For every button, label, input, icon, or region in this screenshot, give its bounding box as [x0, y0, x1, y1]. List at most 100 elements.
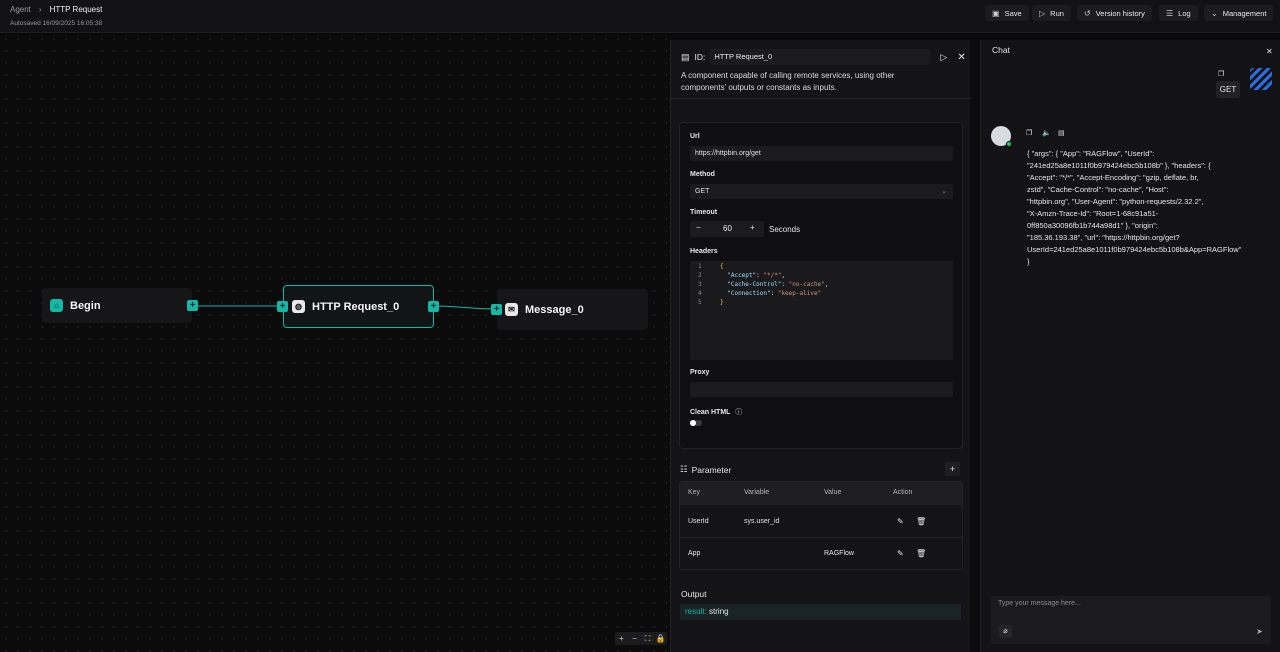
log-icon: ☰: [1166, 8, 1174, 18]
breadcrumb-agent[interactable]: Agent: [10, 5, 31, 14]
log-button[interactable]: ☰ Log: [1159, 5, 1198, 21]
method-value: GET: [695, 188, 710, 195]
management-label: Management: [1222, 8, 1267, 18]
globe-icon: ◍: [292, 300, 305, 313]
timeout-stepper[interactable]: − 60 +: [690, 221, 764, 237]
output-field: result: string: [680, 604, 961, 620]
clean-html-label: Clean HTML ⓘ: [690, 407, 742, 417]
row-key: App: [688, 550, 701, 557]
parameter-header: ☷ Parameter: [680, 464, 731, 475]
timeout-unit: Seconds: [769, 225, 801, 234]
document-icon[interactable]: ▤: [1058, 129, 1065, 137]
headers-editor[interactable]: 1{ 2 "Accept": "*/*", 3 "Cache-Control":…: [690, 261, 953, 360]
node-icon: ▤: [681, 51, 690, 62]
plus-icon[interactable]: +: [750, 223, 755, 232]
output-key: result:: [685, 607, 707, 616]
trash-icon[interactable]: 🗑: [916, 517, 926, 526]
user-message: GET: [1216, 81, 1240, 98]
col-value: Value: [824, 489, 842, 496]
save-button[interactable]: ▣ Save: [985, 5, 1029, 21]
begin-output-handle[interactable]: +: [187, 300, 198, 311]
fit-view-icon[interactable]: ⛶: [641, 632, 654, 645]
row-value: RAGFlow: [824, 550, 854, 557]
version-history-button[interactable]: ↺ Version history: [1077, 5, 1152, 21]
node-http-request[interactable]: ◍ HTTP Request_0: [283, 285, 434, 328]
close-chat-icon[interactable]: ✕: [1266, 47, 1273, 56]
breadcrumb: Agent › HTTP Request: [10, 5, 102, 14]
chat-title: Chat: [992, 45, 1010, 55]
output-type: string: [709, 607, 729, 616]
assistant-avatar: [991, 126, 1012, 147]
timeout-label: Timeout: [690, 209, 718, 216]
http-output-handle[interactable]: +: [428, 301, 439, 312]
workflow-canvas[interactable]: ⌂ Begin + ◍ HTTP Request_0 + + ✉ Message…: [0, 33, 670, 652]
timeout-value[interactable]: 60: [723, 224, 732, 233]
node-begin[interactable]: ⌂ Begin: [42, 288, 192, 323]
user-message-text: GET: [1219, 85, 1237, 94]
chat-input-box[interactable]: Type your message here... ⌀ ➤: [991, 596, 1271, 644]
panel-header: ▤ ID: HTTP Request_0 ▷ ✕: [681, 49, 966, 65]
col-action: Action: [893, 489, 913, 496]
id-label: ID:: [694, 52, 706, 62]
send-icon[interactable]: ➤: [1253, 625, 1266, 638]
autosave-status: Autosaved 16/09/2025 16:05:38: [10, 20, 103, 27]
method-label: Method: [690, 171, 715, 178]
edit-icon[interactable]: ✎: [897, 549, 904, 558]
info-icon: ⓘ: [735, 409, 743, 416]
id-input[interactable]: HTTP Request_0: [710, 49, 931, 65]
node-message-label: Message_0: [525, 303, 584, 316]
output-label: Output: [681, 589, 707, 599]
attach-icon[interactable]: ⌀: [999, 625, 1012, 638]
http-input-handle[interactable]: +: [277, 301, 288, 312]
edge-http-message: [433, 305, 497, 310]
clean-html-text: Clean HTML: [690, 409, 731, 416]
clean-html-toggle[interactable]: [690, 420, 702, 426]
url-label: Url: [690, 133, 700, 140]
breadcrumb-current: HTTP Request: [49, 5, 103, 14]
node-http-label: HTTP Request_0: [312, 300, 400, 313]
home-icon: ⌂: [50, 299, 63, 312]
parameter-table: Key Variable Value Action UserId sys.use…: [679, 481, 963, 570]
message-input-handle[interactable]: +: [491, 304, 502, 315]
list-icon: ☷: [680, 464, 688, 474]
close-icon[interactable]: ✕: [957, 52, 965, 63]
headers-label: Headers: [690, 248, 718, 255]
run-button[interactable]: ▷ Run: [1032, 5, 1071, 21]
run-label: Run: [1050, 8, 1064, 18]
chevron-down-icon: ⌄: [941, 188, 947, 195]
zoom-in-icon[interactable]: +: [615, 632, 628, 645]
node-message[interactable]: ✉ Message_0: [497, 289, 648, 330]
copy-icon[interactable]: ❐: [1026, 129, 1032, 137]
chat-panel: Chat ✕ ❐ GET ❐ 🔈 ▤ { "args": { "App": "R…: [980, 40, 1280, 652]
chat-input[interactable]: Type your message here...: [998, 600, 1081, 607]
parameter-label: Parameter: [691, 464, 732, 475]
log-label: Log: [1178, 8, 1191, 18]
chevron-down-icon: ⌄: [1211, 8, 1218, 18]
save-label: Save: [1004, 8, 1022, 18]
speaker-icon[interactable]: 🔈: [1042, 129, 1051, 137]
minus-icon[interactable]: −: [696, 223, 701, 232]
copy-icon[interactable]: ❐: [1218, 70, 1224, 78]
table-row: App RAGFlow ✎ 🗑: [680, 538, 962, 569]
play-icon: ▷: [1039, 8, 1046, 18]
url-input[interactable]: https://httpbin.org/get: [690, 146, 953, 161]
user-avatar: [1250, 68, 1272, 90]
zoom-out-icon[interactable]: −: [628, 632, 641, 645]
canvas-controls: + − ⛶ 🔒: [615, 632, 667, 645]
trash-icon[interactable]: 🗑: [916, 549, 926, 558]
run-node-icon[interactable]: ▷: [940, 52, 947, 63]
node-begin-label: Begin: [70, 299, 101, 312]
config-panel: ▤ ID: HTTP Request_0 ▷ ✕ A component cap…: [670, 40, 971, 652]
edit-icon[interactable]: ✎: [897, 517, 904, 526]
management-button[interactable]: ⌄ Management: [1204, 5, 1274, 21]
method-select[interactable]: GET ⌄: [690, 184, 953, 199]
add-parameter-button[interactable]: +: [945, 462, 960, 476]
col-variable: Variable: [744, 489, 770, 496]
proxy-input[interactable]: [690, 382, 953, 397]
lock-icon[interactable]: 🔒: [654, 632, 667, 645]
panel-description: A component capable of calling remote se…: [681, 71, 895, 92]
divider: [671, 98, 971, 99]
edges: [194, 305, 497, 310]
row-variable: sys.user_id: [744, 518, 780, 525]
chevron-right-icon: ›: [38, 5, 42, 14]
